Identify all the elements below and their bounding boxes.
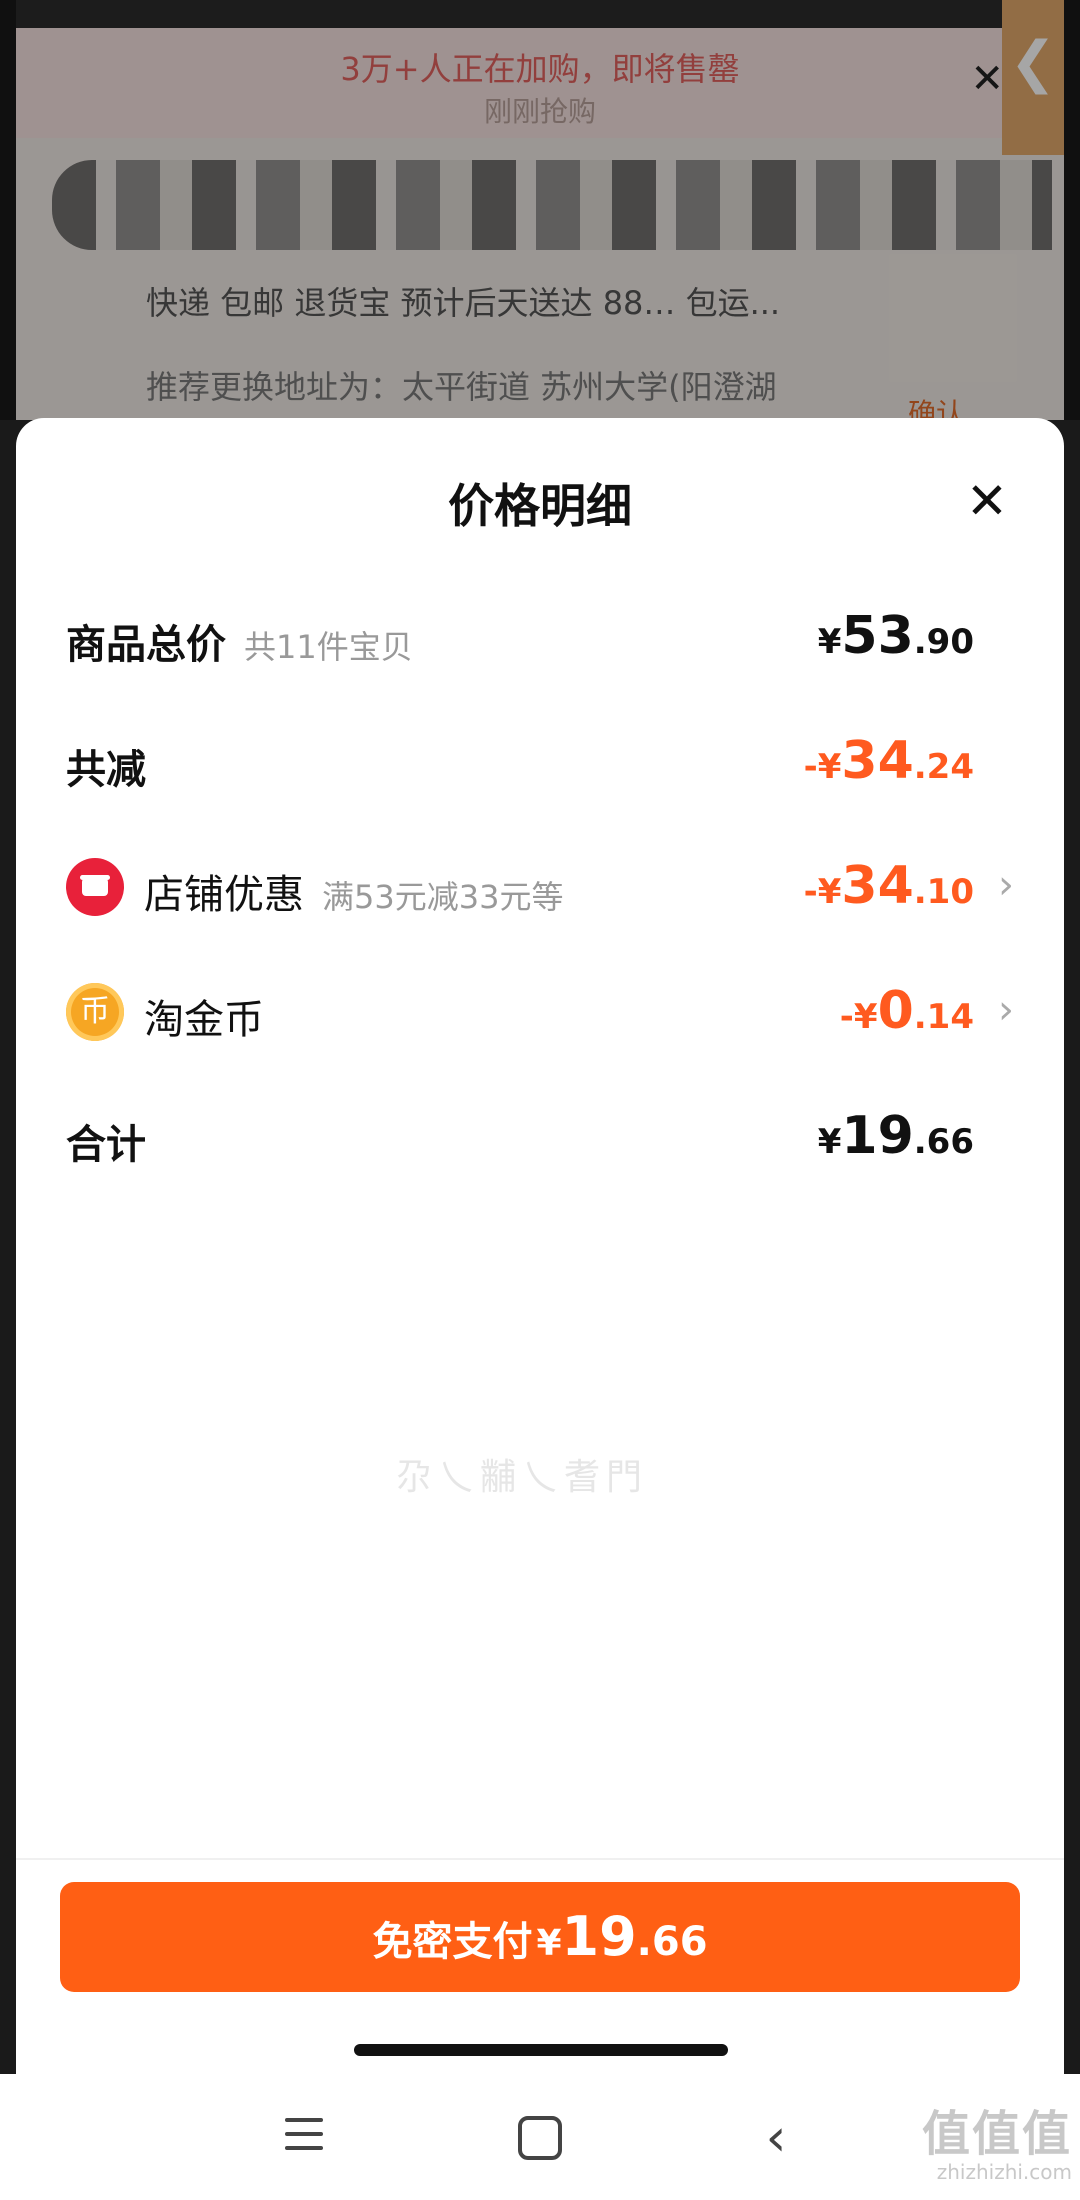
recent-apps-icon[interactable]	[274, 2108, 334, 2168]
taobao-coin-amount: -¥0.14	[839, 981, 974, 1041]
close-icon[interactable]: ✕	[960, 474, 1014, 528]
shop-discount-rule: 满53元减33元等	[322, 878, 564, 916]
item-count: 共11件宝贝	[244, 628, 413, 666]
back-icon[interactable]: ‹	[746, 2108, 806, 2168]
total-sum-label: 合计	[66, 1122, 146, 1168]
total-price-amount: ¥53.90	[817, 606, 974, 666]
shop-icon	[66, 858, 124, 916]
shop-discount-label: 店铺优惠 满53元减33元等	[144, 872, 564, 918]
total-discount-amount: -¥34.24	[803, 731, 974, 791]
price-detail-sheet: 价格明细 ✕ 商品总价 共11件宝贝 ¥53.90 共减 -¥34.24 店铺优惠…	[16, 418, 1064, 2074]
taobao-coin-label: 淘金币	[144, 997, 264, 1043]
row-shop-discount[interactable]: 店铺优惠 满53元减33元等 -¥34.10 ›	[66, 848, 1014, 928]
row-total-discount: 共减 -¥34.24	[66, 723, 1014, 803]
divider	[16, 1858, 1064, 1860]
home-indicator[interactable]	[354, 2044, 728, 2056]
coin-icon: 币	[66, 983, 124, 1041]
total-discount-label: 共减	[66, 747, 146, 793]
row-total-price: 商品总价 共11件宝贝 ¥53.90	[66, 598, 1014, 678]
modal-overlay[interactable]	[0, 0, 1080, 420]
home-icon[interactable]	[510, 2108, 570, 2168]
shop-discount-amount: -¥34.10	[803, 856, 974, 916]
chevron-right-icon: ›	[998, 862, 1014, 908]
row-taobao-coin[interactable]: 币 淘金币 -¥0.14 ›	[66, 973, 1014, 1053]
password-free-pay-button[interactable]: 免密支付 ¥19.66	[60, 1882, 1020, 1992]
system-nav-bar: ‹ 值值值 zhizhizhi.com	[0, 2074, 1080, 2200]
row-total-sum: 合计 ¥19.66	[66, 1098, 1014, 1178]
total-sum-amount: ¥19.66	[817, 1106, 974, 1166]
watermark: 尕乀黼乀耆門	[396, 1457, 649, 1498]
sheet-title: 价格明细	[448, 479, 632, 533]
total-price-label: 商品总价 共11件宝贝	[66, 622, 413, 668]
chevron-right-icon: ›	[998, 987, 1014, 1033]
site-watermark-logo: 值值值 zhizhizhi.com	[921, 2106, 1072, 2184]
